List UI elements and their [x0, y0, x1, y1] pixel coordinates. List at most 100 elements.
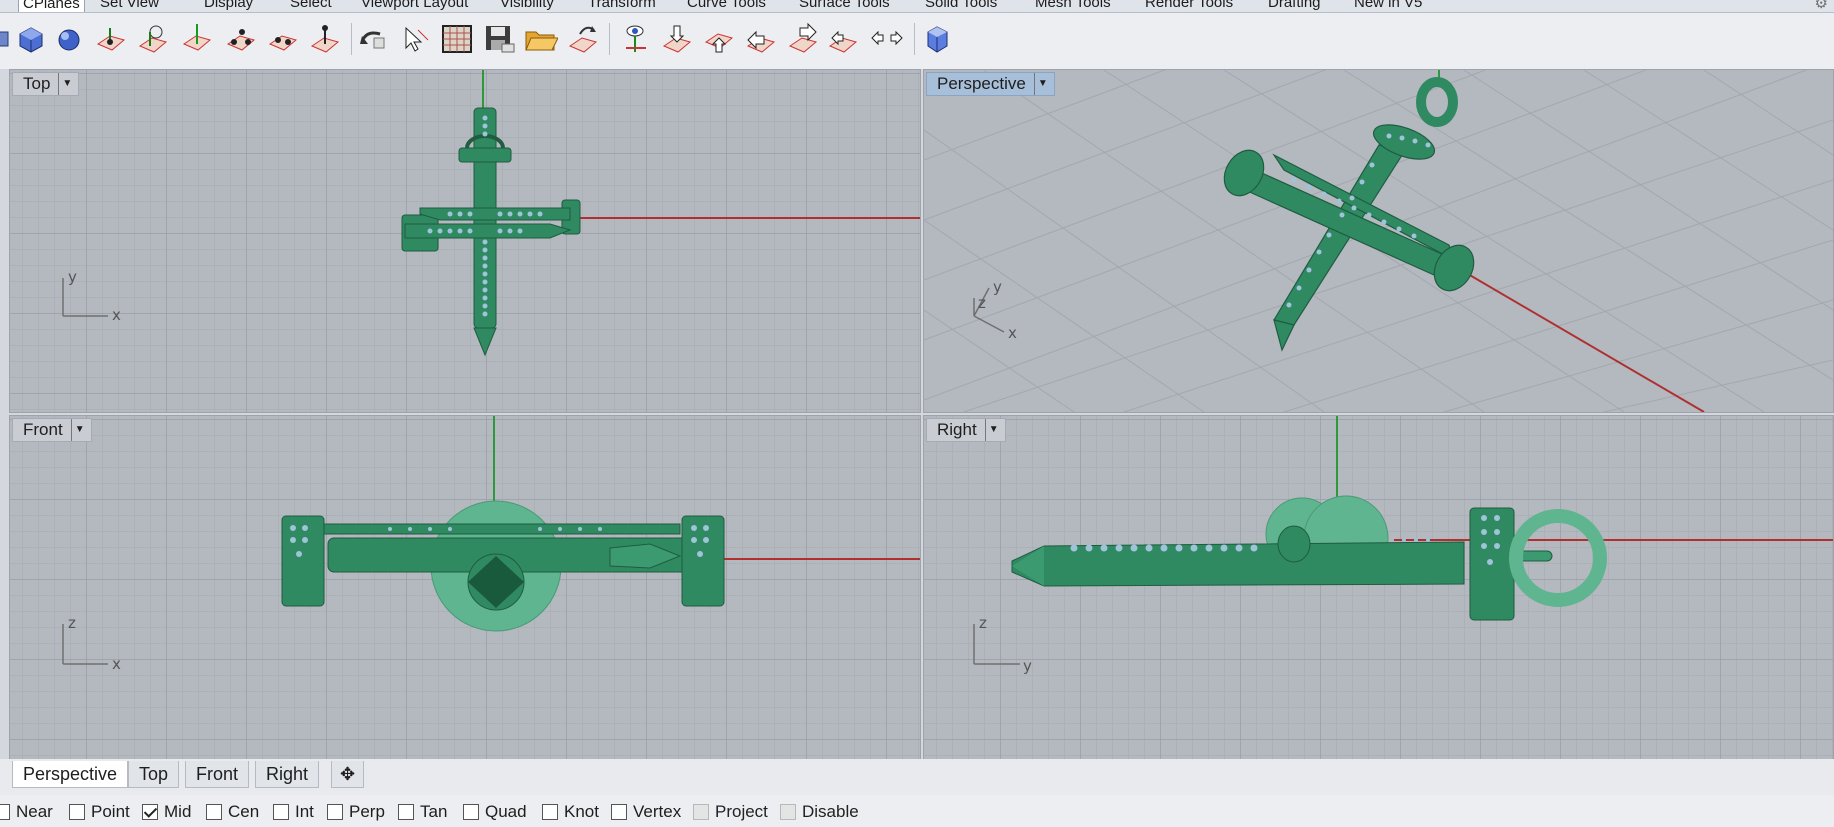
tab-mesh-tools[interactable]: Mesh Tools: [1031, 0, 1115, 11]
cplane-world-icon[interactable]: [180, 22, 214, 56]
cplane-front-icon[interactable]: [828, 22, 862, 56]
vptab-front[interactable]: Front: [185, 761, 250, 788]
model-front-view: z x: [62, 416, 920, 673]
viewport-label-top[interactable]: Top ▼: [12, 72, 80, 96]
pendant-perspective: [1223, 77, 1475, 352]
vptab-perspective[interactable]: Perspective: [12, 761, 129, 788]
select-icon[interactable]: [398, 22, 432, 56]
model-perspective-view: x y z: [973, 70, 1705, 412]
osnap-cen[interactable]: Cen: [206, 802, 259, 822]
cplane-icon[interactable]: [94, 22, 128, 56]
tab-drafting[interactable]: Drafting: [1264, 0, 1325, 11]
checkbox-disabled[interactable]: [780, 804, 796, 820]
checkbox[interactable]: [206, 804, 222, 820]
cplane-top-icon[interactable]: [660, 22, 694, 56]
tab-cplanes[interactable]: CPlanes: [18, 0, 85, 12]
cplane-front-back-icon[interactable]: [870, 22, 904, 56]
osnap-project[interactable]: Project: [693, 802, 768, 822]
plus-icon[interactable]: ✥: [331, 761, 365, 788]
checkbox[interactable]: [611, 804, 627, 820]
osnap-perp[interactable]: Perp: [327, 802, 385, 822]
viewport-front[interactable]: z x Front ▼: [9, 415, 921, 760]
viewport-area: y x Top ▼ x y z Perspective ▼ z x Front …: [0, 69, 1834, 760]
open-folder-icon[interactable]: [524, 22, 558, 56]
osnap-mid[interactable]: Mid: [142, 802, 191, 822]
tab-transform[interactable]: Transform: [584, 0, 660, 11]
cplane-3pt-icon[interactable]: [224, 22, 258, 56]
tab-new-in-v5[interactable]: New in V5: [1350, 0, 1426, 11]
viewport-label-front[interactable]: Front ▼: [12, 418, 92, 442]
save-icon[interactable]: [482, 22, 516, 56]
cplane-object-icon[interactable]: [266, 22, 300, 56]
tab-viewport-layout[interactable]: Viewport Layout: [357, 0, 472, 11]
gear-icon[interactable]: ⚙: [1815, 0, 1828, 12]
pendant-right: [1011, 495, 1607, 621]
osnap-disable[interactable]: Disable: [780, 802, 859, 822]
tab-surface-tools[interactable]: Surface Tools: [795, 0, 894, 11]
cplane-view-icon[interactable]: [618, 22, 652, 56]
chevron-down-icon[interactable]: ▼: [70, 419, 85, 441]
pendant-front: [281, 500, 725, 632]
chevron-down-icon[interactable]: ▼: [58, 73, 72, 95]
grid-icon[interactable]: [440, 22, 474, 56]
toolbar: [0, 13, 1834, 69]
tab-solid-tools[interactable]: Solid Tools: [921, 0, 1001, 11]
osnap-knot[interactable]: Knot: [542, 802, 599, 822]
axis-label-x: x: [112, 306, 121, 324]
chevron-down-icon[interactable]: ▼: [984, 419, 999, 441]
toolbar-separator: [351, 23, 352, 55]
viewport-tabs: Perspective Top Front Right ✥: [0, 759, 1834, 793]
checkbox[interactable]: [542, 804, 558, 820]
tab-select[interactable]: Select: [286, 0, 336, 11]
viewport-top[interactable]: y x Top ▼: [9, 69, 921, 413]
viewport-label-right[interactable]: Right ▼: [926, 418, 1006, 442]
cplane-left-icon[interactable]: [744, 22, 778, 56]
osnap-near[interactable]: Near: [0, 802, 53, 822]
osnap-int[interactable]: Int: [273, 802, 314, 822]
viewport-label-perspective[interactable]: Perspective ▼: [926, 72, 1055, 96]
checkbox[interactable]: [327, 804, 343, 820]
osnap-quad[interactable]: Quad: [463, 802, 527, 822]
tab-curve-tools[interactable]: Curve Tools: [683, 0, 770, 11]
checkbox[interactable]: [69, 804, 85, 820]
vptab-right[interactable]: Right: [255, 761, 320, 788]
osnap-vertex[interactable]: Vertex: [611, 802, 681, 822]
cplane-right-icon[interactable]: [786, 22, 820, 56]
tab-render-tools[interactable]: Render Tools: [1141, 0, 1237, 11]
undo-view-icon[interactable]: [356, 22, 390, 56]
axis-label-x: x: [112, 655, 121, 673]
axis-label-y: y: [1023, 657, 1032, 675]
cube-icon[interactable]: [920, 22, 954, 56]
cplane-bottom-icon[interactable]: [702, 22, 736, 56]
axis-label-x: x: [1008, 324, 1017, 342]
vptab-top[interactable]: Top: [128, 761, 180, 788]
model-right-view: z y: [973, 416, 1833, 675]
tab-visibility[interactable]: Visibility: [496, 0, 558, 11]
checkbox-checked[interactable]: [142, 804, 158, 820]
osnap-tan[interactable]: Tan: [398, 802, 447, 822]
checkbox-disabled[interactable]: [693, 804, 709, 820]
tab-display[interactable]: Display: [200, 0, 257, 11]
checkbox[interactable]: [398, 804, 414, 820]
cplane-rotate-icon[interactable]: [136, 22, 170, 56]
toolbar-separator: [609, 23, 610, 55]
axis-label-y: y: [68, 268, 77, 286]
chevron-down-icon[interactable]: ▼: [1033, 73, 1048, 95]
cplane-elevation-icon[interactable]: [308, 22, 342, 56]
viewport-perspective[interactable]: x y z Perspective ▼: [923, 69, 1834, 413]
tab-set-view[interactable]: Set View: [96, 0, 163, 11]
model-top-view: y x: [62, 70, 920, 357]
checkbox[interactable]: [463, 804, 479, 820]
named-cplane-icon[interactable]: [566, 22, 600, 56]
osnap-point[interactable]: Point: [69, 802, 130, 822]
osnap-bar: Near Point Mid Cen Int Perp Tan Quad Kno…: [0, 795, 1834, 827]
axis-label-z: z: [68, 614, 76, 632]
axis-label-z: z: [978, 294, 986, 312]
viewport-right[interactable]: z y Right ▼: [923, 415, 1834, 760]
axis-label-y: y: [993, 278, 1002, 296]
toolbar-separator: [914, 23, 915, 55]
checkbox[interactable]: [0, 804, 10, 820]
box-icon[interactable]: [14, 22, 48, 56]
checkbox[interactable]: [273, 804, 289, 820]
sphere-icon[interactable]: [52, 22, 86, 56]
